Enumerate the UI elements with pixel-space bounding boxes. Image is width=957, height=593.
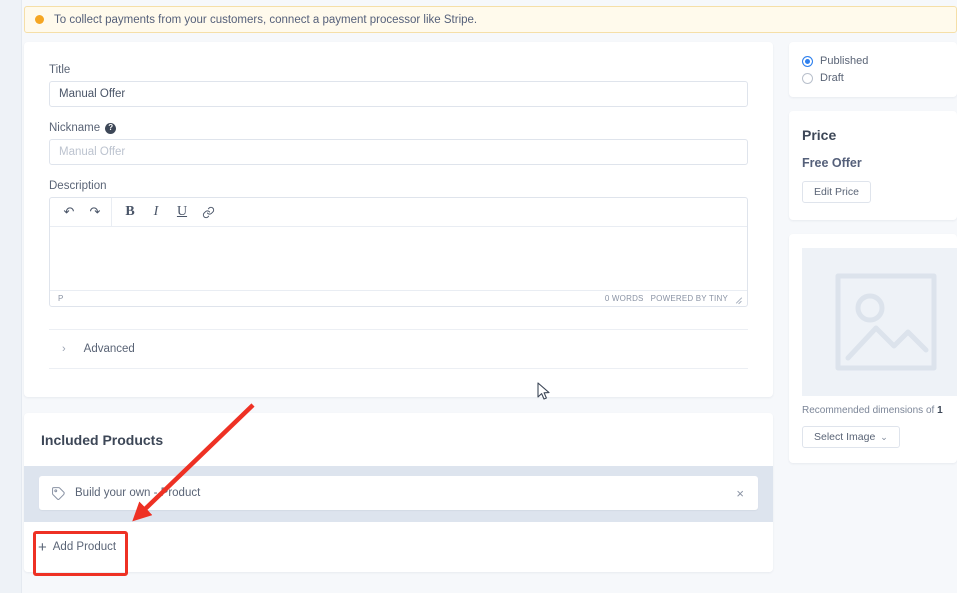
tag-icon — [51, 486, 66, 501]
radio-draft-indicator[interactable] — [802, 72, 813, 84]
offer-details-card: Title Nickname ? Description ↶ ↷ B — [24, 42, 773, 397]
image-placeholder[interactable] — [802, 248, 957, 396]
radio-option-draft[interactable]: Draft — [802, 72, 957, 84]
radio-published-label: Published — [820, 55, 869, 67]
image-recommendation-prefix: Recommended dimensions of — [802, 405, 938, 416]
right-sidebar: Published Draft Price Free Offer Edit Pr… — [789, 42, 957, 477]
price-card: Price Free Offer Edit Price — [789, 111, 957, 220]
add-product-label: Add Product — [52, 541, 117, 553]
nickname-label: Nickname ? — [49, 122, 748, 134]
description-field-group: Description ↶ ↷ B I U P 0 WORDS POWERED … — [49, 180, 748, 307]
radio-published-indicator[interactable] — [802, 55, 813, 67]
link-icon[interactable] — [195, 200, 221, 224]
toolbar-divider — [111, 198, 112, 227]
select-image-button[interactable]: Select Image ⌄ — [802, 426, 900, 448]
image-recommendation-text: Recommended dimensions of 1 — [802, 405, 957, 416]
included-products-card: Included Products Build your own - Produ… — [24, 413, 773, 572]
chevron-right-icon: › — [62, 343, 66, 355]
editor-word-count: 0 WORDS — [604, 294, 644, 303]
banner-message: To collect payments from your customers,… — [54, 13, 478, 26]
publish-status-card: Published Draft — [789, 42, 957, 97]
left-gutter — [0, 0, 22, 593]
rich-text-editor: ↶ ↷ B I U P 0 WORDS POWERED BY TINY — [49, 197, 748, 307]
italic-icon[interactable]: I — [143, 200, 169, 224]
product-name: Build your own - Product — [75, 487, 201, 499]
image-recommendation-value: 1 — [937, 405, 943, 416]
undo-icon[interactable]: ↶ — [56, 200, 82, 224]
editor-branding: POWERED BY TINY — [650, 294, 728, 303]
edit-price-button[interactable]: Edit Price — [802, 181, 871, 203]
question-mark-icon[interactable]: ? — [105, 122, 117, 134]
nickname-input[interactable] — [49, 139, 748, 165]
nickname-label-text: Nickname — [49, 122, 101, 134]
product-list-band: Build your own - Product × — [24, 466, 773, 522]
add-product-button[interactable]: + Add Product — [38, 540, 116, 555]
editor-status-right: 0 WORDS POWERED BY TINY — [605, 294, 743, 303]
included-products-title: Included Products — [41, 432, 164, 448]
title-field-group: Title — [49, 64, 748, 107]
radio-draft-label: Draft — [820, 72, 844, 84]
page-root: To collect payments from your customers,… — [0, 0, 957, 593]
editor-element-path[interactable]: P — [58, 294, 64, 303]
description-label: Description — [49, 180, 107, 192]
offer-image-card: Recommended dimensions of 1 Select Image… — [789, 234, 957, 463]
advanced-toggle[interactable]: › Advanced — [49, 329, 748, 369]
bold-icon[interactable]: B — [117, 200, 143, 224]
add-product-row: + Add Product — [24, 522, 773, 572]
remove-product-icon[interactable]: × — [736, 487, 744, 500]
select-image-label: Select Image — [814, 431, 876, 443]
radio-option-published[interactable]: Published — [802, 55, 957, 67]
main-column: Title Nickname ? Description ↶ ↷ B — [24, 42, 773, 572]
editor-resize-handle[interactable] — [735, 295, 743, 303]
chevron-down-icon: ⌄ — [880, 431, 888, 442]
advanced-label: Advanced — [83, 343, 135, 355]
price-value: Free Offer — [802, 156, 862, 170]
price-title: Price — [802, 127, 837, 143]
editor-content-area[interactable] — [50, 227, 747, 290]
product-list-item[interactable]: Build your own - Product × — [39, 476, 758, 510]
mouse-cursor — [537, 382, 550, 400]
warning-dot-icon — [35, 15, 44, 24]
title-input[interactable] — [49, 81, 748, 107]
title-label: Title — [49, 64, 71, 76]
editor-status-bar: P 0 WORDS POWERED BY TINY — [50, 290, 747, 306]
underline-icon[interactable]: U — [169, 200, 195, 224]
nickname-field-group: Nickname ? — [49, 122, 748, 165]
plus-icon: + — [38, 538, 47, 556]
redo-icon[interactable]: ↷ — [82, 200, 108, 224]
payment-processor-banner: To collect payments from your customers,… — [24, 6, 957, 33]
editor-toolbar: ↶ ↷ B I U — [50, 198, 747, 227]
